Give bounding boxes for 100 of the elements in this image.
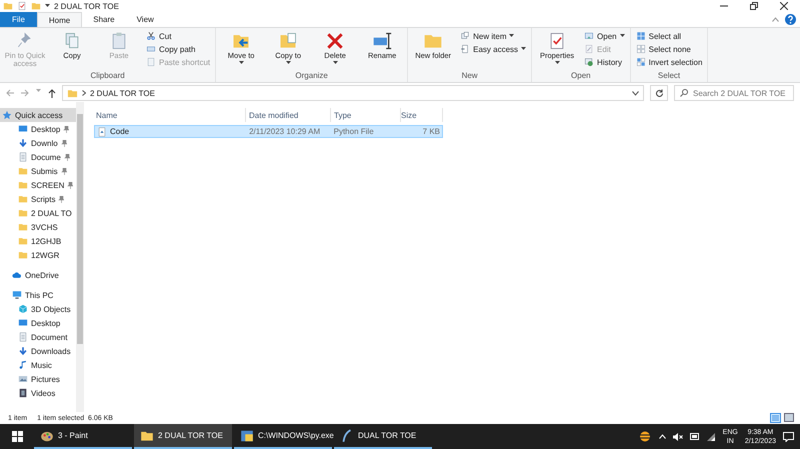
nav-item[interactable]: 12WGR [0, 248, 76, 262]
taskbar-app[interactable]: 3 - Paint [34, 424, 132, 449]
ribbon-button[interactable]: Open [582, 30, 627, 42]
app-label: C:\WINDOWS\py.exe [258, 431, 334, 440]
caret-icon [45, 4, 50, 8]
address-bar[interactable]: 2 DUAL TOR TOE [62, 85, 644, 101]
table-cell-text: Python File [332, 127, 375, 136]
refresh-button[interactable] [650, 85, 668, 101]
document-icon [18, 332, 28, 342]
nav-label: 3VCHS [31, 222, 58, 232]
nav-item[interactable]: Submis [0, 164, 76, 178]
nav-item[interactable]: Desktop [0, 122, 76, 136]
nav-item[interactable]: 2 DUAL TO [0, 206, 76, 220]
group-label: Organize [294, 71, 329, 82]
select-none-icon [636, 44, 646, 54]
nav-item[interactable]: Document [0, 330, 76, 344]
nav-item[interactable]: Quick access [0, 108, 76, 122]
edit-icon [584, 44, 594, 54]
column-header[interactable]: Type [331, 108, 401, 122]
pictures-icon [18, 374, 28, 384]
scrollbar[interactable] [76, 102, 84, 412]
chevron-down-icon [632, 90, 639, 96]
pin-icon [58, 196, 64, 202]
nav-item[interactable]: This PC [0, 288, 76, 302]
nav-label: Pictures [31, 374, 60, 384]
film-icon [18, 388, 28, 398]
nav-item[interactable]: Downloads [0, 344, 76, 358]
app-label: DUAL TOR TOE [358, 431, 416, 440]
nav-label: Quick access [15, 110, 63, 120]
breadcrumb[interactable]: 2 DUAL TOR TOE [90, 88, 628, 98]
forward-arrow-icon [21, 88, 29, 96]
ribbon-tab[interactable]: View [126, 12, 165, 27]
nav-label: Docume [31, 152, 61, 162]
nav-item[interactable]: 3VCHS [0, 220, 76, 234]
nav-item[interactable]: Scripts [0, 192, 76, 206]
nav-item[interactable]: Music [0, 358, 76, 372]
ribbon-button[interactable]: Copy path [144, 43, 212, 55]
search-field[interactable]: Search 2 DUAL TOR TOE [674, 85, 794, 101]
weather-sun-icon [638, 431, 652, 442]
battery-icon [690, 433, 700, 440]
nav-label: Submis [31, 166, 58, 176]
nav-label: Downlo [31, 138, 58, 148]
nav-item[interactable]: Docume [0, 150, 76, 164]
app-label: 2 DUAL TOR TOE [158, 431, 223, 440]
nav-item[interactable]: 12GHJB [0, 234, 76, 248]
file-name: Code [110, 127, 130, 136]
column-header[interactable]: Size [401, 108, 443, 122]
feather-icon [340, 428, 354, 442]
taskbar-app[interactable]: DUAL TOR TOE [334, 424, 432, 449]
column-header[interactable]: Date modified [246, 108, 331, 122]
file-menu-tab[interactable]: File [0, 12, 37, 27]
nav-item[interactable]: 3D Objects [0, 302, 76, 316]
nav-label: Desktop [31, 318, 60, 328]
history-icon [584, 57, 594, 67]
taskbar-app[interactable]: 2 DUAL TOR TOE [134, 424, 232, 449]
file-row[interactable]: Code 2/11/2023 10:29 AM Python File 7 KB [94, 125, 443, 138]
nav-label: This PC [25, 290, 54, 300]
chevron-right-icon [82, 90, 86, 96]
pin-icon [67, 182, 74, 188]
taskbar-app[interactable]: C:\WINDOWS\py.exe [234, 424, 332, 449]
ribbon-button[interactable]: New item [458, 30, 528, 42]
ribbon-button[interactable]: Select all [634, 30, 704, 42]
ribbon-button[interactable]: History [582, 56, 627, 68]
nav-label: Music [31, 360, 52, 370]
nav-item[interactable]: Downlo [0, 136, 76, 150]
app-label: 3 - Paint [58, 431, 88, 440]
table-cell-text: 2/11/2023 10:29 AM [248, 127, 322, 136]
ribbon-tab[interactable]: Share [82, 12, 126, 27]
ribbon-tab[interactable]: Home [36, 12, 82, 27]
nav-label: SCREEN [31, 180, 64, 190]
nav-label: 3D Objects [31, 304, 71, 314]
table-cell-text: 7 KB [422, 127, 441, 136]
easy-access-icon [460, 44, 470, 54]
nav-label: Scripts [31, 194, 56, 204]
refresh-icon [654, 88, 664, 98]
nav-item[interactable]: Pictures [0, 372, 76, 386]
star-icon [2, 110, 12, 120]
details-view-icon [770, 413, 781, 423]
notification-icon [783, 432, 794, 442]
folder-icon [67, 88, 78, 98]
invert-selection-icon [636, 57, 646, 67]
restore-icon [750, 2, 758, 10]
python-icon [240, 428, 254, 442]
nav-label: 12GHJB [31, 236, 62, 246]
x-icon [325, 31, 346, 51]
chevron-up-icon [658, 434, 666, 439]
ribbon-button[interactable]: Invert selection [634, 56, 704, 68]
nav-item[interactable]: Videos [0, 386, 76, 400]
ribbon-button[interactable]: Easy access [458, 43, 528, 55]
ribbon-button[interactable]: Cut [144, 30, 212, 42]
ribbon-button[interactable]: Select none [634, 43, 704, 55]
nav-item[interactable]: OneDrive [0, 268, 76, 282]
music-note-icon [18, 360, 28, 370]
nav-item[interactable]: Desktop [0, 316, 76, 330]
nav-item[interactable]: SCREEN [0, 178, 76, 192]
nav-label: OneDrive [25, 270, 59, 280]
folder-icon [31, 1, 41, 11]
wifi-icon [706, 432, 716, 440]
help-icon [785, 14, 796, 25]
column-header[interactable]: Name [94, 108, 246, 122]
